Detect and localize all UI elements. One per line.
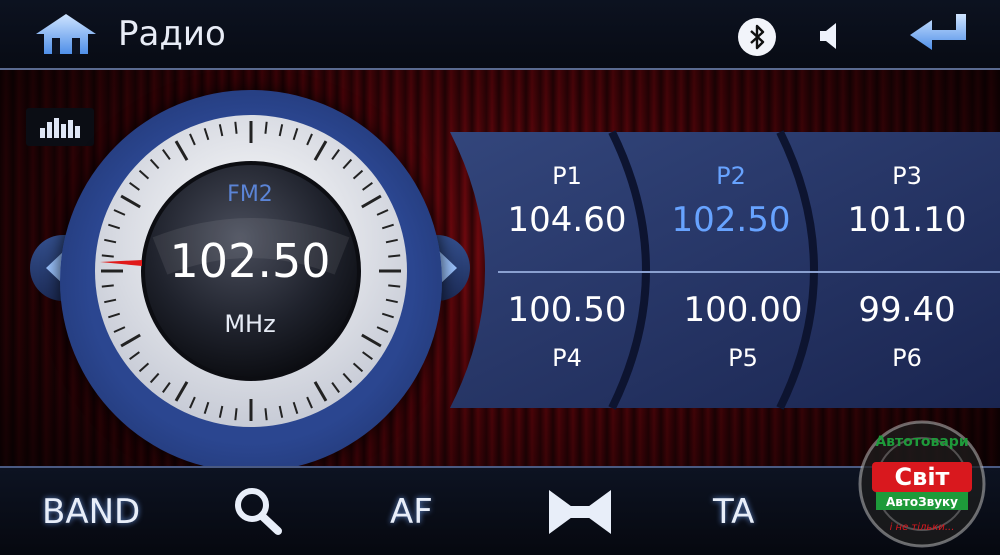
dial-tick xyxy=(264,408,268,421)
preset-frequency: 99.40 xyxy=(858,290,956,330)
current-frequency: 102.50 xyxy=(169,234,331,288)
dial-tick xyxy=(234,121,238,134)
preset-p3[interactable]: P3 101.10 xyxy=(832,162,982,240)
preset-label: P6 xyxy=(892,344,922,372)
brand-logo-watermark: Автотовари Світ АвтоЗвуку і не тільки... xyxy=(858,420,986,548)
dial-tick xyxy=(388,284,401,288)
bottom-bar xyxy=(0,466,1000,555)
band-button[interactable]: BAND xyxy=(42,492,140,532)
logo-sub: АвтоЗвуку xyxy=(886,495,958,509)
page-title: Радио xyxy=(118,14,226,54)
preset-frequency: 104.60 xyxy=(507,200,627,240)
frequency-unit: MHz xyxy=(224,310,276,338)
ta-button[interactable]: TA xyxy=(713,492,754,532)
preset-p4[interactable]: 100.50 P4 xyxy=(492,290,642,372)
top-bar: Радио xyxy=(0,0,1000,70)
band-label: FM2 xyxy=(227,182,273,207)
preset-p5[interactable]: 100.00 P5 xyxy=(668,290,818,372)
preset-label: P2 xyxy=(716,162,746,190)
preset-label: P4 xyxy=(552,344,582,372)
search-icon[interactable] xyxy=(230,485,286,537)
preset-label: P5 xyxy=(728,344,758,372)
return-arrow-icon[interactable] xyxy=(906,10,972,60)
preset-p2[interactable]: P2 102.50 xyxy=(656,162,806,240)
dial-tick xyxy=(388,254,401,258)
bluetooth-icon[interactable] xyxy=(738,18,776,56)
preset-frequency: 101.10 xyxy=(847,200,967,240)
logo-tagline: і не тільки... xyxy=(890,521,955,533)
preset-label: P1 xyxy=(552,162,582,190)
preset-frequency: 100.50 xyxy=(507,290,627,330)
preset-label: P3 xyxy=(892,162,922,190)
logo-top-text: Автотовари xyxy=(875,434,968,450)
speaker-icon[interactable] xyxy=(814,18,846,54)
preset-p6[interactable]: 99.40 P6 xyxy=(832,290,982,372)
dial-tick xyxy=(101,284,114,288)
dial-tick xyxy=(264,121,268,134)
preset-p1[interactable]: P1 104.60 xyxy=(492,162,642,240)
preset-frequency: 102.50 xyxy=(671,200,791,240)
af-button[interactable]: AF xyxy=(390,492,433,532)
bowtie-icon[interactable] xyxy=(545,486,615,538)
home-icon[interactable] xyxy=(30,10,102,60)
radio-screen: Радио FM2 102.50 MHz P1 104.60 P2 102.50… xyxy=(0,0,1000,555)
dial-tick xyxy=(101,254,114,258)
dial-tick xyxy=(234,408,238,421)
logo-brand: Світ xyxy=(895,463,950,491)
preset-frequency: 100.00 xyxy=(683,290,803,330)
